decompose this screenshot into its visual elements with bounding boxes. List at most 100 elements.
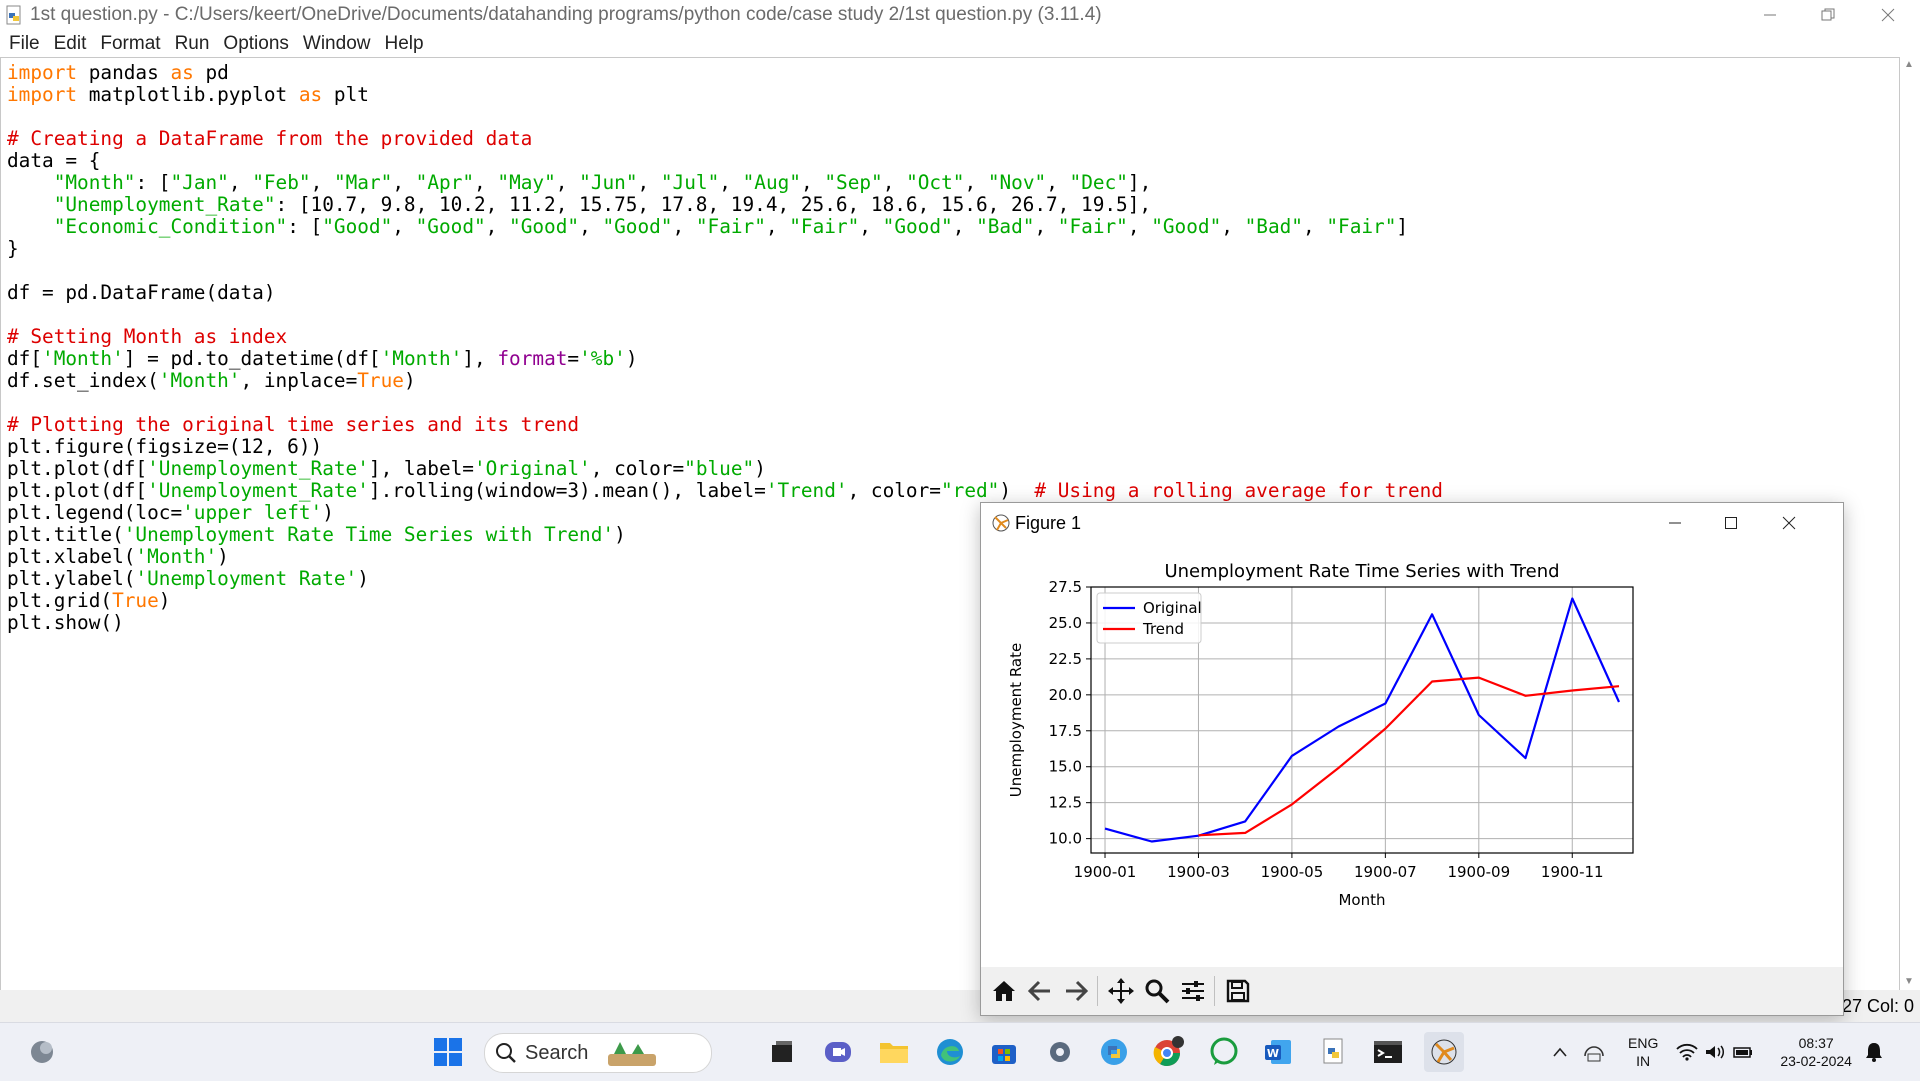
terminal-button[interactable]	[1368, 1032, 1408, 1072]
code-token: )	[217, 545, 229, 568]
edge-button[interactable]	[930, 1032, 970, 1072]
menu-format[interactable]: Format	[93, 33, 167, 55]
notification-bell-icon[interactable]	[1864, 1041, 1884, 1063]
code-token: "Jul"	[660, 171, 720, 194]
menu-run[interactable]: Run	[168, 33, 217, 55]
y-tick-label: 25.0	[1049, 614, 1082, 632]
figure-canvas[interactable]: 10.0 12.5 15.0 17.5 20.0 22.5 25.0 27.5 1900-01 1…	[981, 543, 1843, 967]
code-token: "Bad"	[1244, 215, 1303, 238]
code-line: df['Month'] = pd.to_datetime(df['Month']…	[7, 348, 1443, 370]
store-button[interactable]	[984, 1032, 1024, 1072]
code-token: ,	[882, 171, 907, 194]
matplotlib-icon	[992, 514, 1010, 532]
code-token: "Jun"	[579, 171, 638, 194]
code-line: df.set_index('Month', inplace=True)	[7, 370, 1443, 392]
windows-logo-icon	[434, 1038, 462, 1066]
teams-button[interactable]	[818, 1032, 858, 1072]
code-token: "Oct"	[906, 171, 965, 194]
y-tick-label: 17.5	[1049, 722, 1082, 740]
figure-window[interactable]: Figure 1 10.0 12.5 15.0 17.5 20.0 22.5 25.0 27.…	[980, 502, 1844, 1016]
code-token: )	[625, 347, 638, 370]
figure-close-button[interactable]	[1761, 503, 1817, 543]
code-token: 'Unemployment_Rate'	[147, 457, 369, 480]
menu-file[interactable]: File	[0, 33, 47, 55]
file-explorer-button[interactable]	[874, 1032, 914, 1072]
code-token: }	[7, 237, 19, 260]
scroll-down-icon[interactable]: ▼	[1904, 976, 1914, 987]
word-button[interactable]: W	[1258, 1032, 1298, 1072]
code-token: 'Unemployment Rate Time Series with Tren…	[123, 523, 615, 546]
python-app-button[interactable]	[1094, 1032, 1134, 1072]
code-token: "Dec"	[1069, 171, 1128, 194]
code-token: "Sep"	[824, 171, 883, 194]
code-token: ,	[964, 171, 988, 194]
configure-subplots-button[interactable]	[1176, 974, 1210, 1008]
code-token: ,	[228, 171, 253, 194]
idle-editor-button[interactable]	[1314, 1032, 1354, 1072]
series-line-trend	[1198, 676, 1620, 837]
code-token: "Fair"	[1326, 215, 1397, 238]
close-button[interactable]	[1860, 0, 1916, 30]
code-token: 'Month'	[380, 347, 463, 370]
clock-date: 23-02-2024	[1780, 1053, 1852, 1069]
volume-icon[interactable]	[1704, 1043, 1726, 1061]
code-line: plt.figure(figsize=(12, 6))	[7, 436, 1443, 458]
scroll-up-icon[interactable]: ▲	[1904, 59, 1914, 70]
x-tick-label: 1900-03	[1167, 863, 1230, 881]
menu-window[interactable]: Window	[296, 33, 378, 55]
clock[interactable]: 08:37 23-02-2024	[1780, 1034, 1852, 1070]
code-token: as	[170, 61, 194, 84]
code-token: 'Unemployment Rate'	[135, 567, 358, 590]
minimize-button[interactable]	[1742, 0, 1798, 30]
magnifier-icon	[1145, 979, 1170, 1004]
code-token: df = pd.DataFrame(data)	[7, 281, 276, 304]
restore-button[interactable]	[1800, 0, 1856, 30]
x-tick-label: 1900-01	[1074, 863, 1137, 881]
taskbar-search[interactable]: Search	[484, 1033, 712, 1073]
settings-button[interactable]	[1040, 1032, 1080, 1072]
back-button[interactable]	[1023, 974, 1057, 1008]
figure-window-button[interactable]	[1424, 1032, 1464, 1072]
figure-minimize-button[interactable]	[1647, 503, 1703, 543]
code-token: "Good"	[1151, 215, 1222, 238]
vertical-scrollbar[interactable]: ▲ ▼	[1900, 57, 1920, 989]
network-status-icon[interactable]	[1582, 1042, 1606, 1062]
code-token: plt.ylabel(	[7, 567, 136, 590]
python-file-icon	[1323, 1038, 1343, 1064]
figure-maximize-button[interactable]	[1703, 503, 1759, 543]
code-token: ,	[800, 171, 825, 194]
code-token: ,	[392, 215, 416, 238]
search-icon	[496, 1043, 516, 1063]
forward-button[interactable]	[1059, 974, 1093, 1008]
task-view-button[interactable]	[762, 1032, 802, 1072]
menu-edit[interactable]: Edit	[47, 33, 94, 55]
zoom-button[interactable]	[1140, 974, 1174, 1008]
chevron-up-icon[interactable]	[1552, 1046, 1568, 1058]
code-token: ,	[952, 215, 977, 238]
code-token: )	[614, 523, 626, 546]
widgets-button[interactable]	[22, 1032, 62, 1072]
start-button[interactable]	[428, 1032, 468, 1072]
menu-help[interactable]: Help	[377, 33, 430, 55]
code-token: "Good"	[322, 215, 393, 238]
pan-button[interactable]	[1104, 974, 1138, 1008]
code-token: )	[999, 479, 1035, 502]
language-indicator[interactable]: ENG IN	[1628, 1034, 1658, 1070]
chrome-button[interactable]	[1148, 1032, 1188, 1072]
home-button[interactable]	[987, 974, 1021, 1008]
menu-options[interactable]: Options	[216, 33, 295, 55]
whatsapp-button[interactable]	[1204, 1032, 1244, 1072]
code-line: "Economic_Condition": ["Good", "Good", "…	[7, 216, 1443, 238]
code-token: plt.legend(loc=	[7, 501, 183, 524]
save-figure-button[interactable]	[1221, 974, 1255, 1008]
battery-icon[interactable]	[1732, 1043, 1754, 1061]
code-token: df.set_index(	[7, 369, 159, 392]
code-token: "Aug"	[742, 171, 801, 194]
code-token: ,	[672, 215, 696, 238]
code-token: '%b'	[579, 347, 626, 370]
code-token: plt.xlabel(	[7, 545, 136, 568]
wifi-icon[interactable]	[1676, 1043, 1698, 1061]
